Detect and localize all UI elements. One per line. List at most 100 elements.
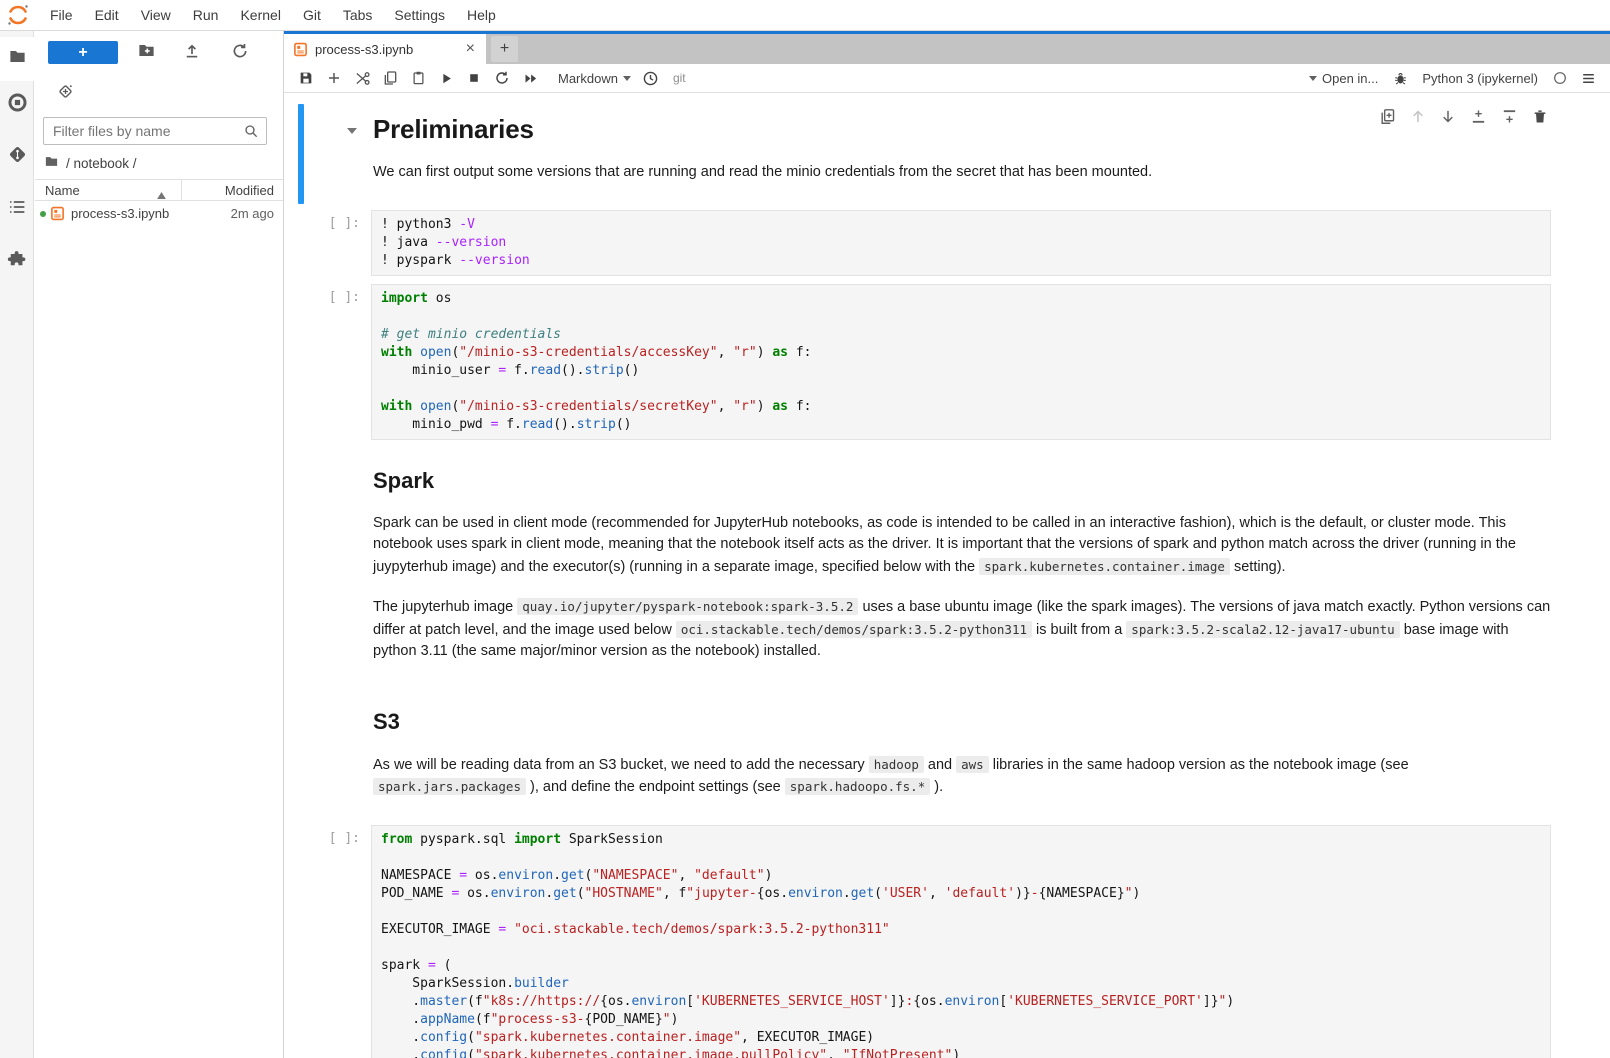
markdown-heading: Spark xyxy=(373,468,1551,494)
tab-title: process-s3.ipynb xyxy=(315,42,464,57)
upload-button[interactable] xyxy=(182,43,202,63)
markdown-paragraph: Spark can be used in client mode (recomm… xyxy=(373,513,1551,579)
notebook-file-icon xyxy=(50,206,65,224)
code-line: .appName(f"process-s3-{POD_NAME}") xyxy=(381,1011,1541,1029)
code-editor[interactable]: import os # get minio credentials with op… xyxy=(371,284,1551,440)
sidebar-tab-git[interactable] xyxy=(0,135,34,179)
menu-edit[interactable]: Edit xyxy=(84,7,130,23)
git-clone-button[interactable] xyxy=(57,83,77,103)
sidebar-tab-extensions[interactable] xyxy=(0,239,34,283)
code-line xyxy=(381,903,1541,921)
dock-tab-bar: process-s3.ipynb × + xyxy=(284,31,1610,64)
code-cell[interactable]: [ ]:! python3 -V! java --version! pyspar… xyxy=(284,206,1610,280)
menu-run[interactable]: Run xyxy=(182,7,230,23)
upload-icon xyxy=(183,42,201,65)
code-line: POD_NAME = os.environ.get("HOSTNAME", f"… xyxy=(381,885,1541,903)
column-header-name[interactable]: Name xyxy=(45,183,80,198)
move-up-cell-button[interactable] xyxy=(1410,108,1426,125)
list-icon xyxy=(7,197,27,222)
kernel-history-button[interactable] xyxy=(637,66,665,90)
breadcrumb-path: / notebook / xyxy=(66,156,137,171)
sort-ascending-icon xyxy=(157,187,166,202)
cell-type-value: Markdown xyxy=(558,71,618,86)
column-header-modified[interactable]: Modified xyxy=(225,183,274,198)
notebook-menu-icon[interactable] xyxy=(1574,66,1602,90)
tab-process-s3[interactable]: process-s3.ipynb × xyxy=(284,34,486,64)
code-editor[interactable]: from pyspark.sql import SparkSession NAM… xyxy=(371,825,1551,1058)
move-down-cell-button[interactable] xyxy=(1440,108,1456,125)
code-line: with open("/minio-s3-credentials/secretK… xyxy=(381,398,1541,416)
restart-kernel-button[interactable] xyxy=(488,66,516,90)
jupyter-logo-icon xyxy=(3,2,33,28)
code-line: .config("spark.kubernetes.container.imag… xyxy=(381,1029,1541,1047)
git-status-label: git xyxy=(665,71,694,85)
heading-collapser-icon[interactable] xyxy=(347,128,357,134)
menu-kernel[interactable]: Kernel xyxy=(229,7,291,23)
puzzle-icon xyxy=(7,249,27,274)
code-line: .master(f"k8s://https://{os.environ['KUB… xyxy=(381,993,1541,1011)
insert-below-cell-button[interactable] xyxy=(1501,108,1518,125)
code-line: spark = ( xyxy=(381,957,1541,975)
code-line: ! pyspark --version xyxy=(381,252,1541,270)
paste-cells-button[interactable] xyxy=(404,66,432,90)
markdown-cell[interactable]: Spark Spark can be used in client mode (r… xyxy=(284,444,1610,685)
inline-code: spark.hadoopo.fs.* xyxy=(785,778,930,795)
new-folder-button[interactable] xyxy=(136,43,156,63)
open-in-dropdown[interactable]: Open in... xyxy=(1301,71,1386,86)
code-cell[interactable]: [ ]: from pyspark.sql import SparkSession… xyxy=(284,821,1610,1058)
execution-prompt: [ ]: xyxy=(284,831,360,846)
new-launcher-button[interactable]: + xyxy=(48,41,118,64)
save-button[interactable] xyxy=(292,66,320,90)
plus-icon: + xyxy=(500,40,509,58)
code-line: import os xyxy=(381,290,1541,308)
code-line: # get minio credentials xyxy=(381,326,1541,344)
insert-above-cell-button[interactable] xyxy=(1470,108,1487,125)
duplicate-cell-button[interactable] xyxy=(1379,108,1396,125)
debugger-button[interactable] xyxy=(1386,66,1414,90)
menu-tabs[interactable]: Tabs xyxy=(332,7,384,23)
delete-cell-button[interactable] xyxy=(1532,108,1548,125)
sidebar-tab-table-of-contents[interactable] xyxy=(0,187,34,231)
copy-cells-button[interactable] xyxy=(376,66,404,90)
menu-bar-items: FileEditViewRunKernelGitTabsSettingsHelp xyxy=(39,7,507,23)
plus-icon: + xyxy=(78,44,87,62)
code-cell[interactable]: [ ]: import os # get minio credentials wit… xyxy=(284,280,1610,444)
run-cell-button[interactable] xyxy=(432,66,460,90)
git-clone-icon xyxy=(57,87,74,104)
menu-help[interactable]: Help xyxy=(456,7,507,23)
folder-icon xyxy=(8,47,27,71)
tab-close-icon[interactable]: × xyxy=(464,41,477,57)
menu-git[interactable]: Git xyxy=(292,7,332,23)
breadcrumb[interactable]: / notebook / xyxy=(44,153,137,173)
markdown-heading: S3 xyxy=(373,709,1551,735)
selected-cell-indicator xyxy=(298,104,304,204)
kernel-name[interactable]: Python 3 (ipykernel) xyxy=(1414,71,1546,86)
refresh-button[interactable] xyxy=(230,43,250,63)
interrupt-kernel-button[interactable] xyxy=(460,66,488,90)
cut-cells-button[interactable] xyxy=(348,66,376,90)
restart-run-all-button[interactable] xyxy=(516,66,544,90)
notebook-file-icon xyxy=(293,42,308,57)
execution-prompt: [ ]: xyxy=(284,290,360,305)
markdown-cell[interactable]: PreliminariesWe can first output some ve… xyxy=(284,102,1610,206)
menu-file[interactable]: File xyxy=(39,7,84,23)
file-filter-input[interactable] xyxy=(44,123,243,139)
sidebar-tab-running-kernels[interactable] xyxy=(0,83,34,127)
insert-cell-button[interactable] xyxy=(320,66,348,90)
menu-view[interactable]: View xyxy=(130,7,182,23)
main-area: process-s3.ipynb × + xyxy=(283,31,1610,1058)
file-browser-panel: + xyxy=(35,31,283,1058)
cell-type-dropdown[interactable]: Markdown xyxy=(552,71,637,86)
file-row[interactable]: process-s3.ipynb2m ago xyxy=(35,202,283,226)
code-editor[interactable]: ! python3 -V! java --version! pyspark --… xyxy=(371,210,1551,276)
chevron-down-icon xyxy=(623,76,631,81)
markdown-cell[interactable]: S3As we will be reading data from an S3 … xyxy=(284,685,1610,821)
markdown-heading: Preliminaries xyxy=(373,114,1551,145)
menu-settings[interactable]: Settings xyxy=(383,7,456,23)
kernel-status-icon[interactable] xyxy=(1546,66,1574,90)
code-line xyxy=(381,939,1541,957)
inline-code: hadoop xyxy=(869,756,924,773)
file-modified: 2m ago xyxy=(231,206,274,221)
sidebar-tab-file-browser[interactable] xyxy=(0,37,35,81)
new-tab-button[interactable]: + xyxy=(491,36,518,62)
